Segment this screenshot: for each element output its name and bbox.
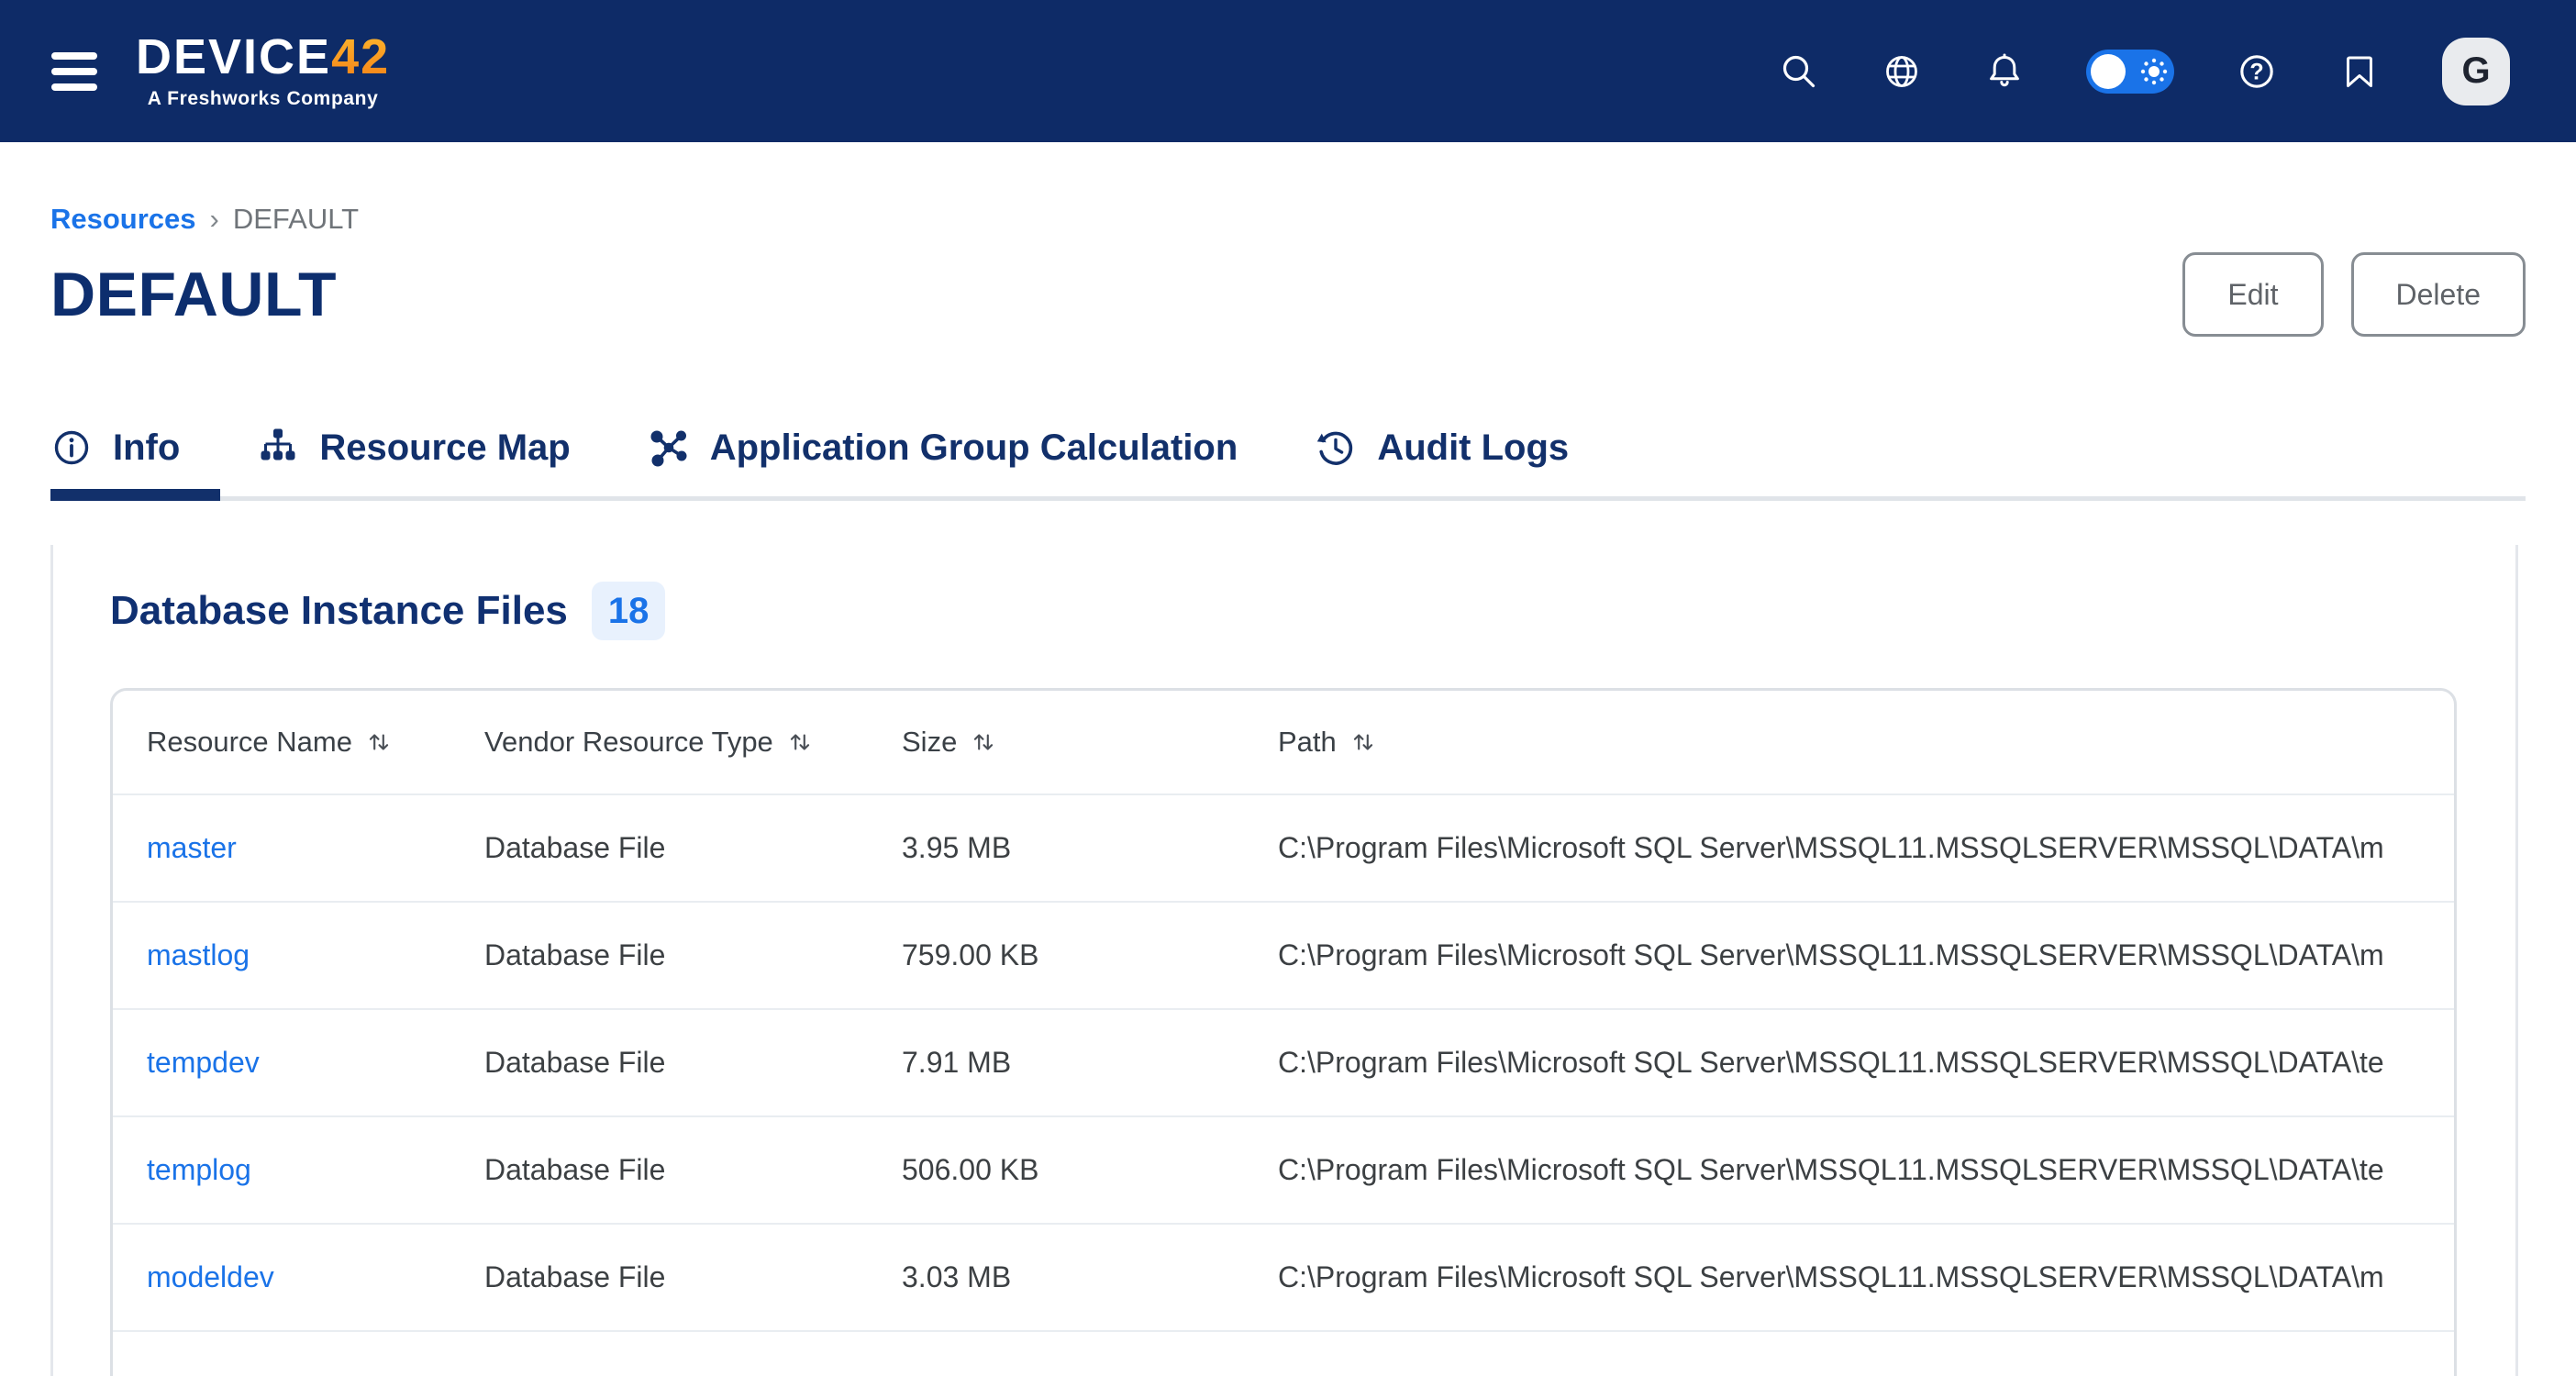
vendor-resource-type-cell: Database File <box>484 1116 902 1224</box>
table-row: master Database File 3.95 MB C:\Program … <box>113 794 2454 902</box>
column-header-path[interactable]: Path <box>1278 691 2454 794</box>
avatar[interactable]: G <box>2442 38 2510 105</box>
edit-button[interactable]: Edit <box>2182 252 2323 337</box>
notifications-icon[interactable] <box>1983 50 2026 93</box>
navbar-actions: ? G <box>1778 38 2510 105</box>
vendor-resource-type-cell: Database File <box>484 1009 902 1116</box>
column-header-vendor-resource-type[interactable]: Vendor Resource Type <box>484 691 902 794</box>
help-icon[interactable]: ? <box>2235 50 2279 94</box>
brand-wordmark: DEVICE42 <box>136 32 390 82</box>
resource-name-link[interactable]: templog <box>147 1153 251 1186</box>
resource-name-cell: mastlog <box>113 902 484 1009</box>
content-panel: Database Instance Files 18 Resource Name… <box>50 545 2518 1376</box>
files-table: Resource Name Vendor Resource Type Size <box>113 691 2454 1376</box>
audit-logs-icon <box>1315 427 1357 469</box>
size-cell: 3.95 MB <box>902 794 1278 902</box>
title-row: DEFAULT Edit Delete <box>50 252 2526 337</box>
size-cell: 506.00 KB <box>902 1116 1278 1224</box>
svg-text:?: ? <box>2249 59 2263 84</box>
resource-name-link[interactable]: tempdev <box>147 1046 260 1079</box>
resource-name-link[interactable]: mastlog <box>147 938 250 971</box>
table-row: templog Database File 506.00 KB C:\Progr… <box>113 1116 2454 1224</box>
resource-name-link[interactable]: modeldev <box>147 1260 274 1293</box>
bookmark-icon[interactable] <box>2339 50 2382 93</box>
size-cell: 3.03 MB <box>902 1224 1278 1331</box>
table-row: mastlog Database File 759.00 KB C:\Progr… <box>113 902 2454 1009</box>
count-badge: 18 <box>592 582 666 640</box>
resource-name-cell: master <box>113 794 484 902</box>
vendor-resource-type-cell: Database File <box>484 902 902 1009</box>
top-navbar: DEVICE42 A Freshworks Company <box>0 0 2576 142</box>
theme-toggle[interactable] <box>2086 50 2174 94</box>
page-actions: Edit Delete <box>2182 252 2526 337</box>
page-content: Resources › DEFAULT DEFAULT Edit Delete … <box>0 203 2576 1376</box>
sort-icon <box>1349 727 1378 757</box>
path-cell: C:\Program Files\Microsoft SQL Server\MS… <box>1278 1224 2454 1331</box>
section-title: Database Instance Files <box>110 588 568 634</box>
resource-name-link[interactable]: master <box>147 831 237 864</box>
table-header-row: Resource Name Vendor Resource Type Size <box>113 691 2454 794</box>
column-header-size[interactable]: Size <box>902 691 1278 794</box>
table-card: Resource Name Vendor Resource Type Size <box>110 688 2457 1376</box>
path-cell: C:\Program Files\Microsoft SQL Server\MS… <box>1278 1009 2454 1116</box>
menu-icon[interactable] <box>51 52 97 91</box>
tab-bar: Info Resource Map Application Group Calc… <box>50 427 2526 501</box>
toggle-knob <box>2091 54 2126 89</box>
avatar-initial: G <box>2461 50 2490 92</box>
table-body: master Database File 3.95 MB C:\Program … <box>113 794 2454 1376</box>
search-icon[interactable] <box>1778 50 1820 93</box>
tab-resource-map[interactable]: Resource Map <box>257 427 610 496</box>
table-row: modeldev Database File 3.03 MB C:\Progra… <box>113 1224 2454 1331</box>
breadcrumb-link-resources[interactable]: Resources <box>50 203 196 236</box>
column-header-resource-name[interactable]: Resource Name <box>113 691 484 794</box>
resource-name-cell: templog <box>113 1116 484 1224</box>
sort-icon <box>969 727 998 757</box>
resource-map-icon <box>257 427 299 469</box>
tab-audit-logs[interactable]: Audit Logs <box>1315 427 1609 496</box>
sort-icon <box>364 727 394 757</box>
globe-icon[interactable] <box>1881 50 1923 93</box>
size-cell: 7.91 MB <box>902 1009 1278 1116</box>
page-title: DEFAULT <box>50 259 337 330</box>
breadcrumb-separator: › <box>210 203 219 236</box>
delete-button[interactable]: Delete <box>2351 252 2526 337</box>
vendor-resource-type-cell: Database File <box>484 794 902 902</box>
brand-subtitle: A Freshworks Company <box>148 88 379 110</box>
breadcrumb-current: DEFAULT <box>233 203 359 236</box>
info-icon <box>50 427 93 469</box>
sort-icon <box>785 727 815 757</box>
path-cell: C:\Program Files\Microsoft SQL Server\MS… <box>1278 794 2454 902</box>
tab-application-group-calculation[interactable]: Application Group Calculation <box>648 427 1279 496</box>
table-row-partial <box>113 1331 2454 1376</box>
path-cell: C:\Program Files\Microsoft SQL Server\MS… <box>1278 902 2454 1009</box>
resource-name-cell: modeldev <box>113 1224 484 1331</box>
resource-name-cell: tempdev <box>113 1009 484 1116</box>
sun-icon <box>2139 57 2169 86</box>
breadcrumb: Resources › DEFAULT <box>50 203 2526 236</box>
vendor-resource-type-cell: Database File <box>484 1224 902 1331</box>
brand-logo[interactable]: DEVICE42 A Freshworks Company <box>136 32 390 110</box>
size-cell: 759.00 KB <box>902 902 1278 1009</box>
path-cell: C:\Program Files\Microsoft SQL Server\MS… <box>1278 1116 2454 1224</box>
tab-info[interactable]: Info <box>50 427 220 496</box>
section-header: Database Instance Files 18 <box>110 582 2457 640</box>
brand-accent: 42 <box>331 29 390 84</box>
application-group-icon <box>648 427 690 469</box>
table-row: tempdev Database File 7.91 MB C:\Program… <box>113 1009 2454 1116</box>
